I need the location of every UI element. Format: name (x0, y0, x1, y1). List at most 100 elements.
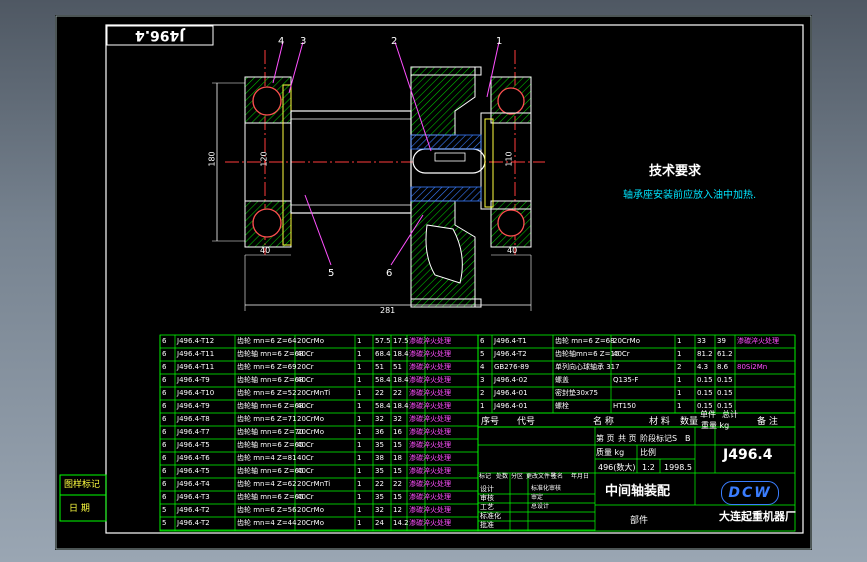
bom-left-cell: 40Cr (297, 467, 314, 475)
bom-left-cell: 齿轮轴 mn=6 Z=68 (237, 350, 304, 358)
mass-value: 496(数大) (598, 463, 636, 472)
bom-right-cell: 4.3 (697, 363, 709, 371)
bom-left-cell: 6 (162, 415, 167, 423)
bom-right-cell: 1 (677, 389, 682, 397)
bom-left-cell: J496.4-T9 (177, 402, 210, 410)
bom-left-cell: 齿轮 mn=4 Z=44 (237, 519, 297, 527)
bom-left-cell: 18.4 (393, 376, 409, 384)
bom-left-cell: 35 (375, 493, 384, 501)
bom-right-cell: 1 (677, 402, 682, 410)
revision-header-cell: 签名 (551, 473, 564, 480)
bom-left-cell: 22 (393, 480, 402, 488)
callout-5: 5 (328, 268, 335, 279)
bom-right-cell: 3 (480, 376, 485, 384)
bom-left-cell: 16 (393, 428, 402, 436)
bom-right-cell: 6 (480, 337, 485, 345)
role-label: 审核 (480, 494, 494, 502)
date-value: 1998.5 (664, 463, 692, 472)
role-label: 设计 (480, 485, 494, 493)
company-name: 大连起重机器厂 (719, 510, 796, 523)
bom-left-cell: 渗碳淬火处理 (409, 389, 451, 397)
role-label: 批准 (480, 521, 494, 529)
bom-header-remark: 备 注 (757, 417, 778, 427)
bom-left-cell: 40Cr (297, 376, 314, 384)
scale-label: 比例 (640, 448, 656, 457)
bom-left-cell: 57.5 (375, 337, 391, 345)
bom-right-cell: 0.15 (697, 376, 713, 384)
bom-right-cell: 2 (480, 389, 485, 397)
bom-left-cell: 24 (375, 519, 384, 527)
bom-left-cell: 齿轮轴 mn=6 Z=65 (237, 493, 304, 501)
dim-bore: 110 (504, 151, 514, 167)
bom-right-cell: 39 (717, 337, 726, 345)
bom-left-cell: 40Cr (297, 402, 314, 410)
bom-right-cell: 齿轮 mn=6 Z=68 (555, 337, 615, 345)
bom-left-cell: 渗碳淬火处理 (409, 454, 451, 462)
bom-left-cell: 18 (393, 454, 402, 462)
title-unit: 部件 (630, 516, 649, 526)
bom-left-cell: 1 (357, 480, 362, 488)
bom-left-cell: 1 (357, 389, 362, 397)
bom-left-cell: 40Cr (297, 493, 314, 501)
bom-left-cell: 22 (375, 480, 384, 488)
bom-left-cell: 齿轮 mn=6 Z=56 (237, 506, 297, 514)
bom-right-cell: 密封垫30x75 (555, 389, 598, 397)
bom-left-cell: 齿轮轴 mn=6 Z=68 (237, 402, 304, 410)
bom-left-cell: 22 (393, 389, 402, 397)
bom-left-cell: 20CrMnTi (297, 389, 331, 397)
bom-left-cell: 18.4 (393, 350, 409, 358)
bom-left-cell: 32 (375, 506, 384, 514)
revision-header-cell: 分区 (511, 473, 524, 480)
dim-height: 180 (207, 151, 217, 167)
bom-left-cell: 1 (357, 402, 362, 410)
bom-left-cell: J496.4-T11 (177, 350, 215, 358)
role-value: 总设计 (531, 503, 550, 510)
callout-3: 3 (300, 36, 307, 47)
bom-right-cell: 渗碳淬火处理 (737, 337, 779, 345)
bom-left-cell: 6 (162, 441, 167, 449)
bom-left-cell: 1 (357, 428, 362, 436)
bom-right-cell: 螺栓 (555, 402, 569, 410)
bom-right-cell: GB276-89 (494, 363, 530, 371)
bom-right-cell: 齿轮轴mn=6 Z=15 (555, 350, 620, 358)
bom-left-cell: 渗碳淬火处理 (409, 493, 451, 501)
bom-left-cell: J496.4-T3 (177, 493, 210, 501)
bom-right-cell: Q135-F (613, 376, 639, 384)
bom-left-cell: 渗碳淬火处理 (409, 363, 451, 371)
bom-left-cell: J496.4-T8 (177, 415, 210, 423)
bom-left-cell: 1 (357, 454, 362, 462)
bom-header-weight: 重量 kg (701, 421, 730, 430)
bom-left-cell: 20Cr (297, 363, 314, 371)
bom-right-cell: 2 (677, 363, 682, 371)
stage-b: B (685, 434, 691, 443)
bom-right-cell: 0.15 (717, 402, 733, 410)
bom-left-cell: 齿轮 mn=6 Z=52 (237, 389, 297, 397)
bom-right-cell: 8.6 (717, 363, 729, 371)
bom-left-cell: 20CrMo (297, 519, 324, 527)
bom-left-cell: 20CrMnTi (297, 480, 331, 488)
bom-left-cell: 22 (375, 389, 384, 397)
callout-2: 2 (391, 36, 398, 47)
bom-left-cell: 40Cr (297, 454, 314, 462)
bom-left-cell: 20CrMo (297, 428, 324, 436)
bom-left-cell: J496.4-T10 (177, 389, 215, 397)
bom-left-cell: 20CrMo (297, 506, 324, 514)
bom-left-cell: 1 (357, 519, 362, 527)
bom-left-cell: 齿轮 mn=6 Z=69 (237, 363, 297, 371)
bom-left-cell: 20CrMo (297, 337, 324, 345)
bom-left-cell: J496.4-T4 (177, 480, 210, 488)
bom-header-material: 材 料 (649, 417, 670, 427)
bom-right-cell: 80Si2Mn (737, 363, 768, 371)
title-name: 中间轴装配 (605, 484, 671, 499)
bom-left-cell: J496.4-T2 (177, 519, 210, 527)
bom-right-cell: 20CrMo (613, 337, 640, 345)
bom-header-seq: 序号 (481, 417, 500, 427)
bom-right-cell: 0.15 (717, 376, 733, 384)
bom-left-cell: 58.4 (375, 376, 391, 384)
bom-header-name: 名 称 (593, 417, 614, 427)
bom-right-cell: 1 (677, 337, 682, 345)
bom-left-cell: 15 (393, 441, 402, 449)
bom-left-cell: 1 (357, 376, 362, 384)
bom-left-cell: 渗碳淬火处理 (409, 428, 451, 436)
bom-left-cell: 6 (162, 376, 167, 384)
